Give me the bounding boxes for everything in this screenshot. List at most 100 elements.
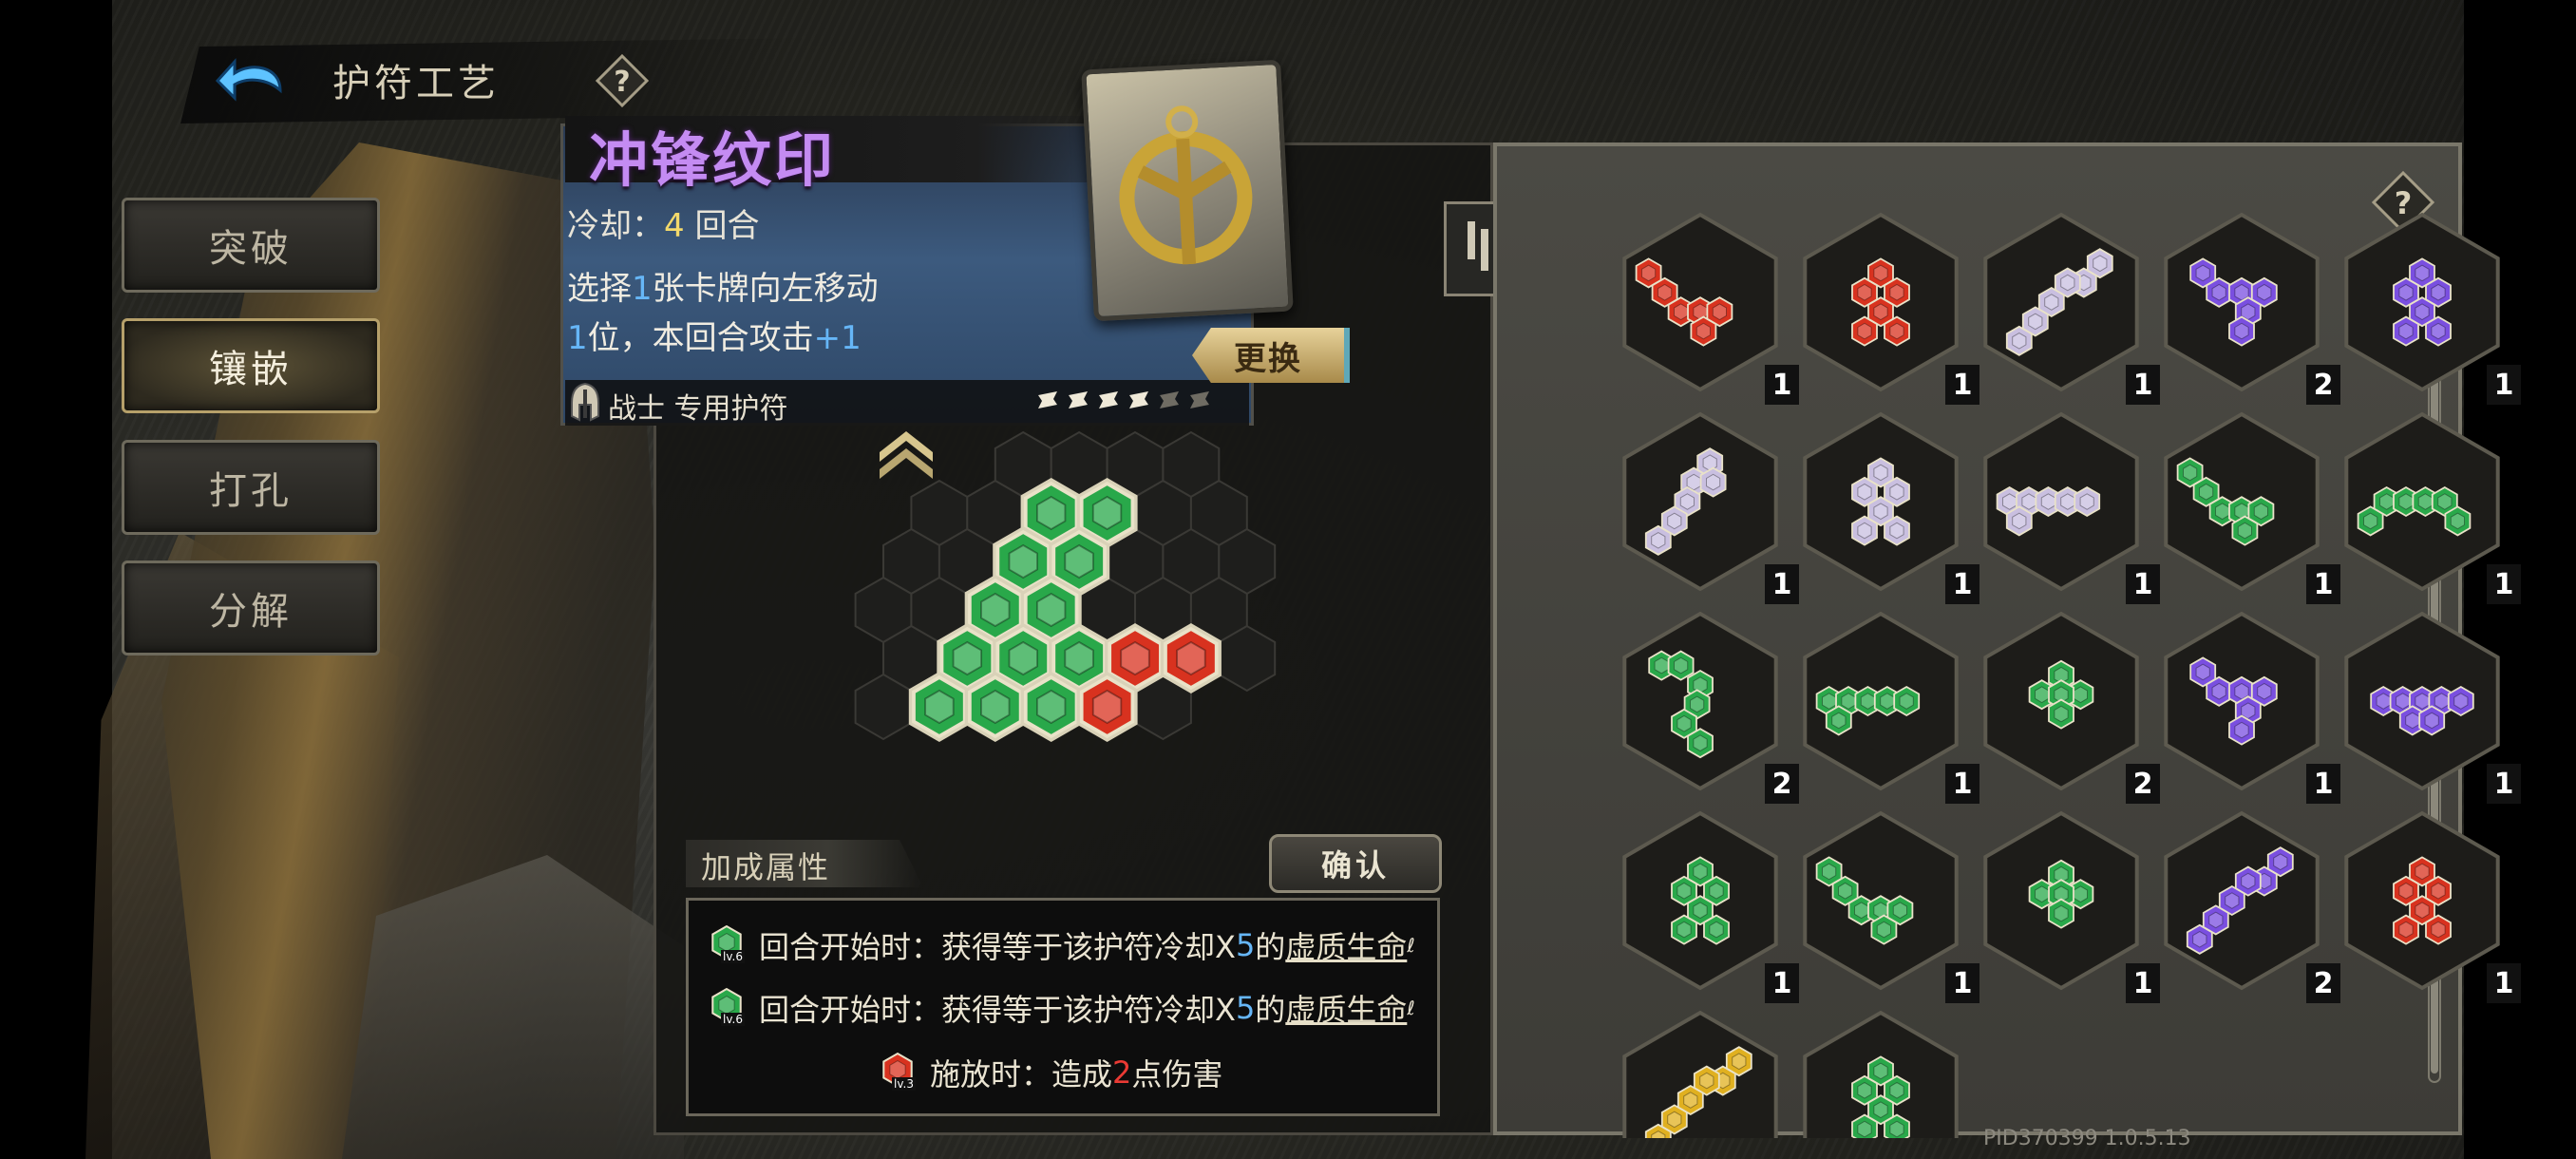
bonus-row: lv.3 施放时：造成 2 点伤害 <box>879 1051 1222 1094</box>
gem-count-badge: 1 <box>2487 764 2521 804</box>
gem-count-badge: 1 <box>2487 564 2521 604</box>
gem-count-badge: 1 <box>1765 365 1799 405</box>
menu-decompose-button[interactable]: 分解 <box>122 560 380 656</box>
gem-piece-purple-icon <box>2344 212 2500 392</box>
gem-count-badge: 1 <box>2126 365 2160 405</box>
menu-inlay-button[interactable]: 镶嵌 <box>122 318 380 413</box>
inlay-hex-board[interactable] <box>817 418 1311 836</box>
gem-level-badge: lv.6 <box>721 950 745 963</box>
amulet-name: 冲锋纹印 <box>589 125 837 195</box>
gem-piece-green-icon <box>1983 611 2139 791</box>
inventory-gem-slot[interactable]: 1 <box>2337 606 2521 804</box>
inventory-gem-slot[interactable]: 1 <box>1795 207 1979 405</box>
bonus-text: 的 <box>1255 992 1286 1028</box>
keyword-suffix: ℓ <box>1407 997 1415 1019</box>
bonus-row: lv.6 回合开始时：获得等于该护符冷却X 5 的虚质生命 ℓ <box>708 986 1415 1030</box>
gem-piece-white-icon <box>1622 411 1778 592</box>
piece-gem-green <box>1687 728 1714 759</box>
piece-gem-purple <box>2228 315 2255 347</box>
inventory-gem-slot[interactable]: 2 <box>2156 207 2340 405</box>
board-gem-red <box>1079 674 1135 739</box>
gem-count-badge: 1 <box>1945 365 1979 405</box>
inventory-gem-slot[interactable]: 1 <box>1615 407 1799 604</box>
gem-piece-red-icon <box>1622 212 1778 392</box>
piece-gem-purple <box>2186 923 2213 955</box>
confirm-button[interactable]: 确认 <box>1269 834 1442 893</box>
bonus-row: lv.6 回合开始时：获得等于该护符冷却X 5 的虚质生命 ℓ <box>708 923 1415 967</box>
gem-count-badge: 2 <box>2306 365 2340 405</box>
board-gem-red <box>1164 626 1219 691</box>
piece-gem-green <box>1671 914 1697 945</box>
keyword-link[interactable]: 虚质生命 <box>1285 923 1407 967</box>
menu-drill-button[interactable]: 打孔 <box>122 440 380 535</box>
enhance-pip-icon <box>1069 391 1088 408</box>
gem-piece-red-icon <box>1803 212 1959 392</box>
inventory-gem-slot[interactable]: 1 <box>1976 207 2160 405</box>
inventory-gem-slot[interactable]: 1 <box>1615 806 1799 1003</box>
enhance-pip-icon <box>1038 391 1057 408</box>
help-button[interactable]: ? <box>594 52 651 109</box>
piece-gem-purple <box>2418 705 2446 736</box>
bonus-text: 施放时：造成 <box>930 1056 1113 1092</box>
gem-piece-white-icon <box>1803 411 1959 592</box>
swap-amulet-button[interactable]: 更换 <box>1192 328 1350 383</box>
inventory-gem-slot[interactable]: 1 <box>2337 806 2521 1003</box>
gem-piece-green-icon <box>1622 611 1778 791</box>
piece-gem-purple <box>2393 315 2419 347</box>
class-label: 战士 专用护符 <box>608 392 788 426</box>
gem-piece-green-icon <box>2344 411 2500 592</box>
amulet-emblem-icon <box>1119 105 1253 265</box>
enhance-level-pips <box>1035 388 1212 412</box>
gem-piece-green-icon <box>1803 810 1959 991</box>
svg-text:?: ? <box>614 66 630 99</box>
gem-count-badge: 1 <box>2306 764 2340 804</box>
bonus-text: 的 <box>1255 929 1286 965</box>
gem-piece-green-icon <box>1983 810 2139 991</box>
inventory-gem-slot[interactable]: 1 <box>1976 407 2160 604</box>
bonus-gem-icon: lv.6 <box>708 986 751 1030</box>
gem-piece-white-icon <box>1983 212 2139 392</box>
gem-piece-yellow-icon <box>1622 1010 1778 1138</box>
inventory-gem-slot[interactable]: 1 <box>2156 606 2340 804</box>
piece-gem-red <box>2393 914 2419 945</box>
inventory-gem-slot[interactable]: 1 <box>1795 806 1979 1003</box>
inventory-gem-slot[interactable]: 1 <box>2337 407 2521 604</box>
cooldown-value: 4 <box>664 207 685 245</box>
gem-count-badge: 1 <box>2487 963 2521 1003</box>
inventory-gem-slot[interactable]: 2 <box>2156 806 2340 1003</box>
inventory-gem-slot[interactable]: 1 <box>1795 606 1979 804</box>
gem-piece-white-icon <box>1983 411 2139 592</box>
gem-piece-purple-icon <box>2344 611 2500 791</box>
piece-gem-green <box>1667 650 1695 681</box>
enhance-pip-icon <box>1160 391 1179 408</box>
inventory-gem-slot[interactable]: 1 <box>1795 407 1979 604</box>
piece-gem-red <box>1851 315 1878 347</box>
inventory-gem-slot[interactable]: 1 <box>1976 806 2160 1003</box>
gem-count-badge: 1 <box>1765 963 1799 1003</box>
keyword-link[interactable]: 虚质生命 <box>1285 986 1407 1030</box>
inventory-gem-slot[interactable]: 1 <box>2337 207 2521 405</box>
inventory-gem-slot[interactable] <box>1795 1005 1966 1138</box>
bonus-gem-icon: lv.3 <box>879 1051 922 1094</box>
piece-gem-white <box>2005 505 2033 537</box>
bonus-number: 2 <box>1112 1054 1132 1091</box>
gem-piece-purple-icon <box>2164 810 2320 991</box>
gem-count-badge: 2 <box>2306 963 2340 1003</box>
gem-piece-purple-icon <box>2164 212 2320 392</box>
inventory-gem-slot[interactable]: 1 <box>2156 407 2340 604</box>
gem-piece-green-icon <box>2164 411 2320 592</box>
page-title: 护符工艺 <box>332 62 500 105</box>
back-button[interactable] <box>214 48 290 114</box>
inventory-gem-slot[interactable] <box>1615 1005 1786 1138</box>
keyword-suffix: ℓ <box>1407 934 1415 957</box>
gem-count-badge: 1 <box>2126 564 2160 604</box>
gem-piece-red-icon <box>2344 810 2500 991</box>
inventory-gem-slot[interactable]: 2 <box>1615 606 1799 804</box>
inventory-gem-slot[interactable]: 1 <box>1615 207 1799 405</box>
bonus-text: 回合开始时：获得等于该护符冷却X <box>759 929 1236 965</box>
inventory-gem-slot[interactable]: 2 <box>1976 606 2160 804</box>
menu-breakthrough-button[interactable]: 突破 <box>122 198 380 293</box>
enhance-pip-icon <box>1129 391 1148 408</box>
piece-gem-red <box>1884 315 1910 347</box>
board-gem-green <box>1023 674 1079 739</box>
